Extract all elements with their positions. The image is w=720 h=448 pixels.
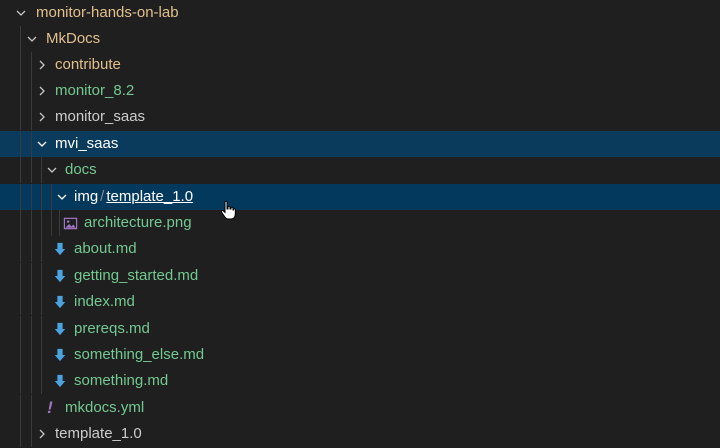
folder-label: mvi_saas (55, 135, 119, 152)
markdown-download-icon (52, 347, 68, 363)
tree-row-index-md[interactable]: index.md (0, 289, 720, 315)
indent-guide (31, 236, 32, 262)
indent-guide (41, 210, 42, 236)
indent-guide (20, 263, 21, 289)
indent-guide (51, 210, 52, 236)
tree-row-template-1-0[interactable]: template_1.0 (0, 421, 720, 447)
tree-row-prereqs-md[interactable]: prereqs.md (0, 316, 720, 342)
file-label: about.md (74, 240, 137, 257)
indent-guide (20, 78, 21, 104)
folder-label: template_1.0 (55, 425, 142, 442)
indent-guide (41, 368, 42, 394)
indent-guide (20, 289, 21, 315)
folder-label: docs (65, 161, 97, 178)
markdown-download-icon (52, 241, 68, 257)
folder-label: monitor_8.2 (55, 82, 135, 99)
tree-row-mkdocs-yml[interactable]: ! mkdocs.yml (0, 395, 720, 421)
indent-guide (20, 52, 21, 78)
indent-guide (31, 52, 32, 78)
chevron-right-icon[interactable] (35, 427, 49, 441)
compact-folder-label: img / template_1.0 (74, 184, 193, 210)
chevron-down-icon[interactable] (35, 137, 49, 151)
indent-guide (31, 421, 32, 447)
indent-guide (20, 157, 21, 183)
file-label: index.md (74, 293, 135, 310)
indent-guide (41, 342, 42, 368)
indent-guide (41, 184, 42, 210)
chevron-right-icon[interactable] (35, 110, 49, 124)
tree-row-monitor-hands-on-lab[interactable]: monitor-hands-on-lab (0, 0, 720, 26)
indent-guide (51, 184, 52, 210)
indent-guide (31, 316, 32, 342)
indent-guide (31, 368, 32, 394)
tree-row-something-md[interactable]: something.md (0, 368, 720, 394)
image-file-icon (62, 215, 78, 231)
file-label: something_else.md (74, 346, 205, 363)
chevron-down-icon[interactable] (25, 32, 39, 46)
indent-guide (31, 342, 32, 368)
markdown-download-icon (52, 321, 68, 337)
chevron-down-icon[interactable] (55, 190, 69, 204)
indent-guide (41, 316, 42, 342)
tree-row-about-md[interactable]: about.md (0, 236, 720, 262)
markdown-download-icon (52, 268, 68, 284)
chevron-right-icon[interactable] (35, 84, 49, 98)
indent-guide (31, 157, 32, 183)
tree-row-mvi-saas[interactable]: mvi_saas (0, 131, 720, 157)
tree-row-monitor-8-2[interactable]: monitor_8.2 (0, 78, 720, 104)
hand-pointer-cursor-icon (219, 200, 237, 220)
indent-guide (31, 263, 32, 289)
folder-label: contribute (55, 56, 121, 73)
indent-guide (20, 421, 21, 447)
tree-row-monitor-saas[interactable]: monitor_saas (0, 104, 720, 130)
file-label: prereqs.md (74, 320, 150, 337)
tree-row-contribute[interactable]: contribute (0, 52, 720, 78)
yaml-exclamation-icon: ! (47, 398, 53, 417)
indent-guide (31, 395, 32, 421)
indent-guide (20, 131, 21, 157)
indent-guide (31, 184, 32, 210)
indent-guide (20, 184, 21, 210)
chevron-right-icon[interactable] (35, 58, 49, 72)
indent-guide (20, 395, 21, 421)
folder-label: MkDocs (46, 30, 101, 47)
file-label: mkdocs.yml (65, 399, 145, 416)
tree-row-mkdocs[interactable]: MkDocs (0, 26, 720, 52)
chevron-down-icon[interactable] (14, 6, 28, 20)
folder-segment-template[interactable]: template_1.0 (106, 188, 193, 205)
indent-guide (20, 26, 21, 52)
indent-guide (20, 316, 21, 342)
markdown-download-icon (52, 294, 68, 310)
tree-row-something-else-md[interactable]: something_else.md (0, 342, 720, 368)
indent-guide (31, 104, 32, 130)
folder-segment-img[interactable]: img (74, 188, 98, 205)
indent-guide (20, 342, 21, 368)
tree-row-architecture-png[interactable]: architecture.png (0, 210, 720, 236)
indent-guide (20, 104, 21, 130)
indent-guide (59, 210, 60, 236)
folder-label: monitor_saas (55, 108, 146, 125)
indent-guide (31, 131, 32, 157)
indent-guide (20, 236, 21, 262)
indent-guide (31, 289, 32, 315)
indent-guide (20, 368, 21, 394)
tree-row-getting-started-md[interactable]: getting_started.md (0, 263, 720, 289)
indent-guide (31, 78, 32, 104)
indent-guide (20, 210, 21, 236)
file-label: something.md (74, 372, 169, 389)
indent-guide (41, 157, 42, 183)
file-label: architecture.png (84, 214, 192, 231)
file-explorer-tree: monitor-hands-on-lab MkDocs contribute m… (0, 0, 720, 448)
tree-row-docs[interactable]: docs (0, 157, 720, 183)
indent-guide (31, 210, 32, 236)
folder-label: monitor-hands-on-lab (36, 4, 179, 21)
indent-guide (41, 236, 42, 262)
markdown-download-icon (52, 373, 68, 389)
indent-guide (41, 289, 42, 315)
indent-guide (41, 263, 42, 289)
tree-row-img-template[interactable]: img / template_1.0 (0, 184, 720, 210)
chevron-down-icon[interactable] (45, 163, 59, 177)
file-label: getting_started.md (74, 267, 199, 284)
